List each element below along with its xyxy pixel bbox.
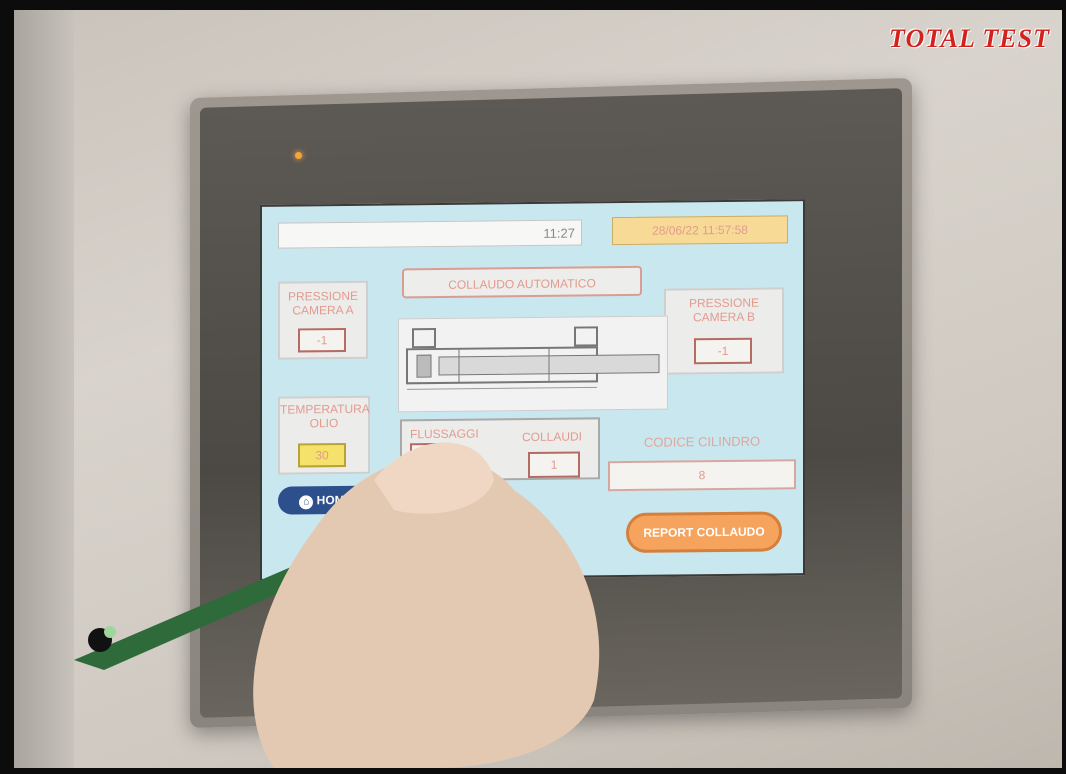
photo-scene: 11:27 28/06/22 11:57:58 COLLAUDO AUTOMAT… <box>14 10 1062 768</box>
totaltest-logo: TOTAL TEST <box>889 24 1050 53</box>
hand-with-stylus <box>74 442 600 768</box>
video-frame: 11:27 28/06/22 11:57:58 COLLAUDO AUTOMAT… <box>0 0 1066 774</box>
